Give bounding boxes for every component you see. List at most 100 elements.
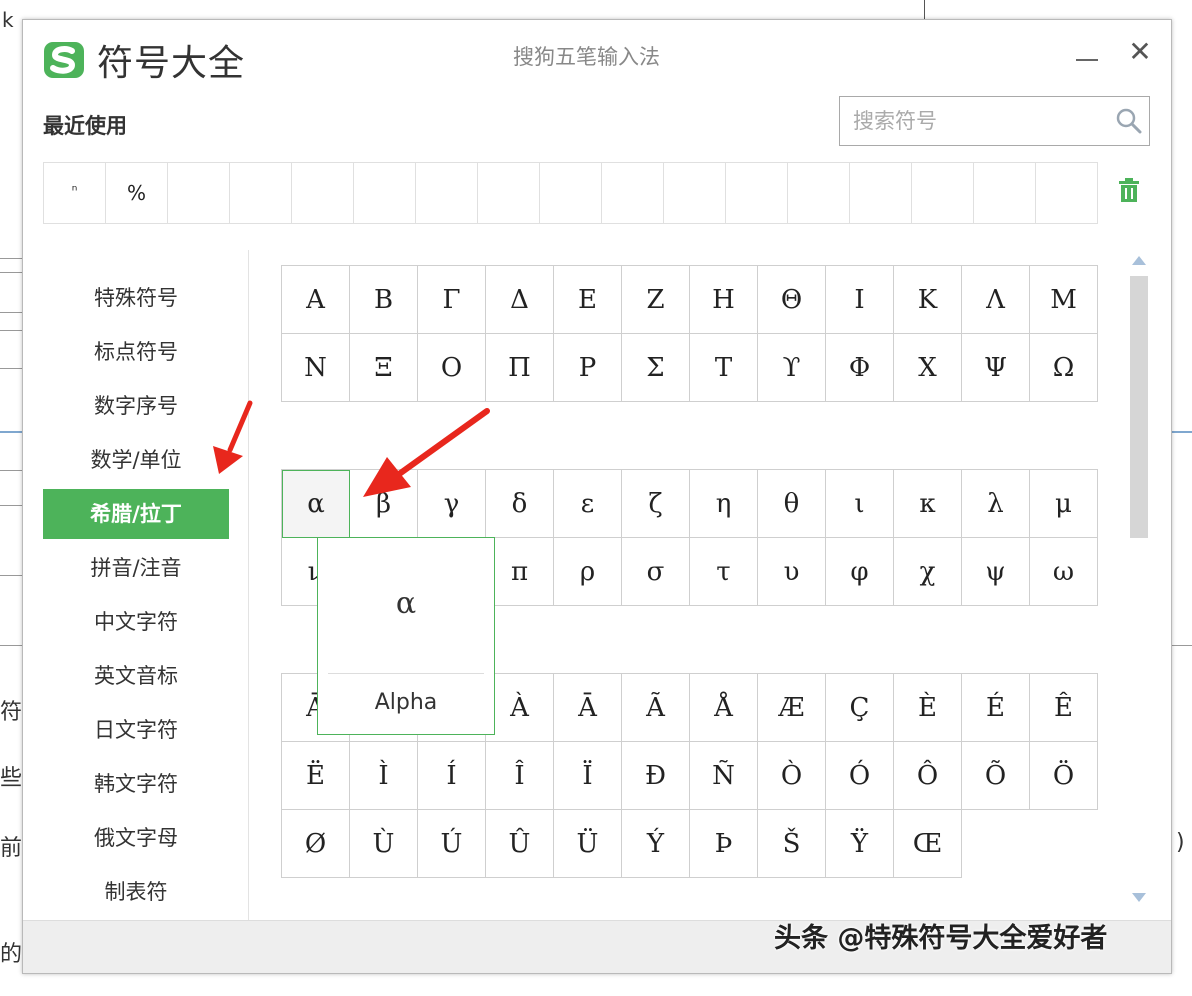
symbol-cell[interactable]: φ — [826, 538, 894, 606]
symbol-cell[interactable]: Ý — [622, 810, 690, 878]
symbol-cell[interactable]: Ó — [826, 742, 894, 810]
symbol-cell[interactable]: Ā — [554, 674, 622, 742]
symbol-cell[interactable]: Ø — [282, 810, 350, 878]
symbol-cell[interactable]: Ì — [350, 742, 418, 810]
symbol-cell[interactable]: Β — [350, 266, 418, 334]
symbol-cell[interactable]: Α — [282, 266, 350, 334]
symbol-cell[interactable]: Ö — [1030, 742, 1098, 810]
recent-symbol-cell[interactable] — [726, 163, 788, 223]
symbol-cell[interactable]: È — [894, 674, 962, 742]
symbol-cell[interactable]: Ç — [826, 674, 894, 742]
category-item[interactable]: 特殊符号 — [43, 273, 229, 323]
symbol-cell[interactable]: η — [690, 470, 758, 538]
scroll-up-arrow-icon[interactable] — [1132, 256, 1146, 265]
symbol-cell[interactable]: Í — [418, 742, 486, 810]
symbol-cell[interactable]: Ñ — [690, 742, 758, 810]
recent-symbol-cell[interactable]: ⁿ — [44, 163, 106, 223]
category-item[interactable]: 标点符号 — [43, 327, 229, 377]
symbol-cell[interactable]: Š — [758, 810, 826, 878]
symbol-cell[interactable]: Û — [486, 810, 554, 878]
scroll-thumb[interactable] — [1130, 276, 1148, 538]
recent-symbol-cell[interactable] — [292, 163, 354, 223]
recent-symbol-cell[interactable] — [230, 163, 292, 223]
symbol-cell[interactable]: Τ — [690, 334, 758, 402]
recent-symbol-cell[interactable] — [664, 163, 726, 223]
symbol-cell[interactable]: Đ — [622, 742, 690, 810]
symbol-cell[interactable]: Ù — [350, 810, 418, 878]
symbol-cell[interactable]: χ — [894, 538, 962, 606]
symbol-cell[interactable]: Æ — [758, 674, 826, 742]
recent-symbol-cell[interactable] — [540, 163, 602, 223]
recent-symbol-cell[interactable] — [1036, 163, 1098, 223]
trash-icon[interactable] — [1117, 177, 1141, 203]
category-item[interactable]: 拼音/注音 — [43, 543, 229, 593]
symbol-cell[interactable]: θ — [758, 470, 826, 538]
symbol-cell[interactable]: Ι — [826, 266, 894, 334]
symbol-cell[interactable]: κ — [894, 470, 962, 538]
symbol-cell[interactable]: Õ — [962, 742, 1030, 810]
symbol-cell[interactable]: Ÿ — [826, 810, 894, 878]
symbol-cell[interactable]: λ — [962, 470, 1030, 538]
recent-symbol-cell[interactable] — [354, 163, 416, 223]
symbol-cell[interactable]: Ψ — [962, 334, 1030, 402]
symbol-cell[interactable]: μ — [1030, 470, 1098, 538]
symbol-cell[interactable]: τ — [690, 538, 758, 606]
symbol-cell[interactable]: ι — [826, 470, 894, 538]
recent-symbol-cell[interactable] — [912, 163, 974, 223]
symbol-cell[interactable]: Œ — [894, 810, 962, 878]
symbol-cell[interactable]: Π — [486, 334, 554, 402]
symbol-cell[interactable]: Ü — [554, 810, 622, 878]
recent-symbol-cell[interactable] — [850, 163, 912, 223]
symbol-cell[interactable]: Θ — [758, 266, 826, 334]
symbol-cell[interactable]: δ — [486, 470, 554, 538]
minimize-button[interactable] — [1074, 50, 1100, 72]
symbol-cell[interactable]: ε — [554, 470, 622, 538]
symbol-cell[interactable]: Σ — [622, 334, 690, 402]
symbol-cell[interactable]: Ζ — [622, 266, 690, 334]
symbol-cell[interactable]: À — [486, 674, 554, 742]
symbol-cell[interactable]: Ρ — [554, 334, 622, 402]
symbol-cell[interactable]: ζ — [622, 470, 690, 538]
symbol-cell[interactable]: Ú — [418, 810, 486, 878]
symbol-cell[interactable]: Ω — [1030, 334, 1098, 402]
category-item[interactable]: 制表符 — [43, 867, 229, 917]
symbol-cell[interactable]: σ — [622, 538, 690, 606]
recent-symbol-cell[interactable] — [478, 163, 540, 223]
category-item[interactable]: 数字序号 — [43, 381, 229, 431]
symbol-cell[interactable]: É — [962, 674, 1030, 742]
close-button[interactable]: ✕ — [1125, 37, 1155, 67]
symbol-cell[interactable]: Ò — [758, 742, 826, 810]
symbol-cell[interactable]: Γ — [418, 266, 486, 334]
symbol-cell[interactable]: ψ — [962, 538, 1030, 606]
symbol-cell[interactable]: Χ — [894, 334, 962, 402]
symbol-cell[interactable]: ρ — [554, 538, 622, 606]
search-input[interactable] — [840, 97, 1100, 145]
symbol-cell[interactable]: Þ — [690, 810, 758, 878]
category-item[interactable]: 日文字符 — [43, 705, 229, 755]
symbol-cell[interactable]: Ν — [282, 334, 350, 402]
category-item[interactable]: 数学/单位 — [43, 435, 229, 485]
symbol-cell[interactable]: ϒ — [758, 334, 826, 402]
symbol-cell[interactable]: υ — [758, 538, 826, 606]
symbol-cell[interactable]: Ο — [418, 334, 486, 402]
symbol-cell[interactable]: Μ — [1030, 266, 1098, 334]
recent-symbol-cell[interactable]: % — [106, 163, 168, 223]
symbol-cell[interactable]: Λ — [962, 266, 1030, 334]
symbol-cell[interactable]: α — [282, 470, 350, 538]
search-icon[interactable] — [1115, 107, 1143, 135]
symbol-cell[interactable]: Φ — [826, 334, 894, 402]
symbol-cell[interactable]: Δ — [486, 266, 554, 334]
recent-symbol-cell[interactable] — [416, 163, 478, 223]
symbol-cell[interactable]: Ξ — [350, 334, 418, 402]
symbol-cell[interactable]: Ê — [1030, 674, 1098, 742]
recent-symbol-cell[interactable] — [168, 163, 230, 223]
symbol-cell[interactable]: Ï — [554, 742, 622, 810]
category-item[interactable]: 韩文字符 — [43, 759, 229, 809]
category-item[interactable]: 俄文字母 — [43, 813, 229, 863]
category-item[interactable]: 希腊/拉丁 — [43, 489, 229, 539]
symbol-cell[interactable]: Ë — [282, 742, 350, 810]
symbol-cell[interactable]: Ô — [894, 742, 962, 810]
symbol-cell[interactable]: Ã — [622, 674, 690, 742]
symbol-cell[interactable]: Ε — [554, 266, 622, 334]
category-item[interactable]: 中文字符 — [43, 597, 229, 647]
